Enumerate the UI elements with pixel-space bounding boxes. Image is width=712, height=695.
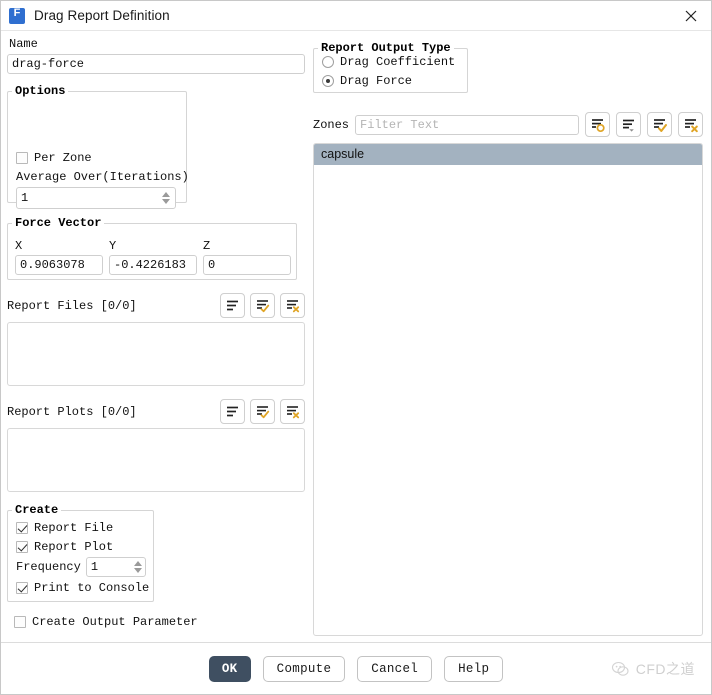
average-over-up-icon[interactable] [161, 192, 170, 197]
force-vector-z-label: Z [203, 239, 211, 253]
zones-deselect-all-icon[interactable] [678, 112, 703, 137]
print-to-console-checkbox-box [16, 581, 28, 594]
left-column: Name Options Per Zone Average Over(Itera… [1, 31, 307, 642]
force-vector-y-label: Y [109, 239, 117, 253]
per-zone-checkbox-box [16, 151, 28, 164]
create-report-plot-checkbox-box [16, 540, 28, 553]
force-vector-y-field: Y [109, 239, 197, 275]
options-group-title: Options [12, 84, 69, 98]
dialog-body: Name Options Per Zone Average Over(Itera… [1, 31, 711, 642]
watermark-text: CFD之道 [635, 660, 695, 677]
frequency-label: Frequency [16, 560, 81, 574]
create-report-plot-label: Report Plot [34, 539, 114, 554]
report-files-new-icon[interactable] [220, 293, 245, 318]
help-button[interactable]: Help [444, 655, 504, 682]
report-plots-delete-icon[interactable] [280, 399, 305, 424]
create-report-file-checkbox-box [16, 521, 28, 534]
average-over-label: Average Over(Iterations) [16, 170, 189, 184]
report-files-toolbar [220, 293, 305, 318]
force-vector-x-label: X [15, 239, 23, 253]
dialog-footer: OK Compute Cancel Help CFD之道 [1, 642, 711, 694]
report-plots-header: Report Plots [0/0] [7, 399, 305, 424]
create-output-parameter-checkbox-box [14, 615, 26, 628]
report-files-label: Report Files [0/0] [7, 298, 137, 313]
force-vector-z-input[interactable] [203, 255, 291, 275]
right-column: Report Output Type Drag Coefficient Drag… [307, 31, 711, 642]
frequency-spinner[interactable] [85, 557, 146, 577]
radio-drag-coefficient-label: Drag Coefficient [340, 54, 456, 69]
window-title: Drag Report Definition [34, 8, 170, 23]
force-vector-z-field: Z [203, 239, 291, 275]
frequency-input[interactable] [86, 558, 134, 576]
report-output-type-group: Report Output Type Drag Coefficient Drag… [313, 41, 468, 93]
print-to-console-checkbox[interactable]: Print to Console [16, 578, 153, 597]
radio-drag-force-circle [322, 74, 334, 87]
per-zone-checkbox[interactable]: Per Zone [16, 148, 189, 167]
radio-drag-force-label: Drag Force [340, 73, 413, 88]
report-files-edit-icon[interactable] [250, 293, 275, 318]
force-vector-y-input[interactable] [109, 255, 197, 275]
list-item[interactable]: capsule [314, 144, 702, 165]
frequency-up-icon[interactable] [133, 561, 142, 566]
report-plots-list[interactable] [7, 428, 305, 492]
report-plots-label: Report Plots [0/0] [7, 404, 137, 419]
force-vector-group-title: Force Vector [12, 216, 105, 230]
ok-button[interactable]: OK [208, 655, 251, 682]
report-files-header: Report Files [0/0] [7, 293, 305, 318]
report-plots-edit-icon[interactable] [250, 399, 275, 424]
zones-list[interactable]: capsule [313, 143, 703, 636]
create-group: Create Report File Report Plot Frequency [7, 503, 154, 602]
cancel-button[interactable]: Cancel [357, 655, 433, 682]
average-over-down-icon[interactable] [161, 199, 170, 204]
create-output-parameter-label: Create Output Parameter [32, 614, 198, 629]
name-label: Name [9, 37, 38, 51]
force-vector-x-field: X [15, 239, 103, 275]
report-output-type-title: Report Output Type [318, 41, 454, 55]
options-group: Options Per Zone Average Over(Iterations… [7, 84, 189, 209]
zones-filter-input[interactable] [355, 114, 579, 135]
per-zone-label: Per Zone [34, 150, 92, 165]
fluent-f-icon [9, 7, 25, 24]
force-vector-group: Force Vector X Y Z [7, 216, 297, 280]
zones-select-all-icon[interactable] [647, 112, 672, 137]
average-over-arrows[interactable] [160, 188, 175, 208]
frequency-down-icon[interactable] [133, 568, 142, 573]
report-plots-new-icon[interactable] [220, 399, 245, 424]
report-files-list[interactable] [7, 322, 305, 386]
radio-drag-coefficient-circle [322, 55, 334, 68]
create-report-file-checkbox[interactable]: Report File [16, 518, 153, 537]
report-plots-toolbar [220, 399, 305, 424]
report-files-delete-icon[interactable] [280, 293, 305, 318]
zones-list-dropdown-icon[interactable] [616, 112, 641, 137]
zones-label: Zones [313, 117, 350, 132]
average-over-spinner[interactable] [16, 187, 176, 209]
frequency-arrows[interactable] [133, 558, 145, 576]
create-report-plot-checkbox[interactable]: Report Plot [16, 537, 153, 556]
create-group-title: Create [12, 503, 62, 517]
zones-list-new-icon[interactable] [585, 112, 610, 137]
compute-button[interactable]: Compute [262, 655, 346, 682]
zones-filter-row: Zones [313, 112, 703, 137]
create-report-file-label: Report File [34, 520, 114, 535]
frequency-row: Frequency [16, 557, 153, 577]
radio-drag-force[interactable]: Drag Force [322, 71, 467, 90]
create-output-parameter-checkbox[interactable]: Create Output Parameter [14, 612, 307, 631]
drag-report-definition-dialog: Drag Report Definition Name Options Per … [0, 0, 712, 695]
average-over-input[interactable] [17, 188, 160, 208]
wechat-icon [611, 661, 629, 676]
name-input[interactable] [7, 54, 305, 74]
force-vector-x-input[interactable] [15, 255, 103, 275]
watermark: CFD之道 [610, 659, 695, 679]
close-icon[interactable] [671, 1, 711, 31]
title-bar: Drag Report Definition [1, 1, 711, 31]
print-to-console-label: Print to Console [34, 580, 150, 595]
